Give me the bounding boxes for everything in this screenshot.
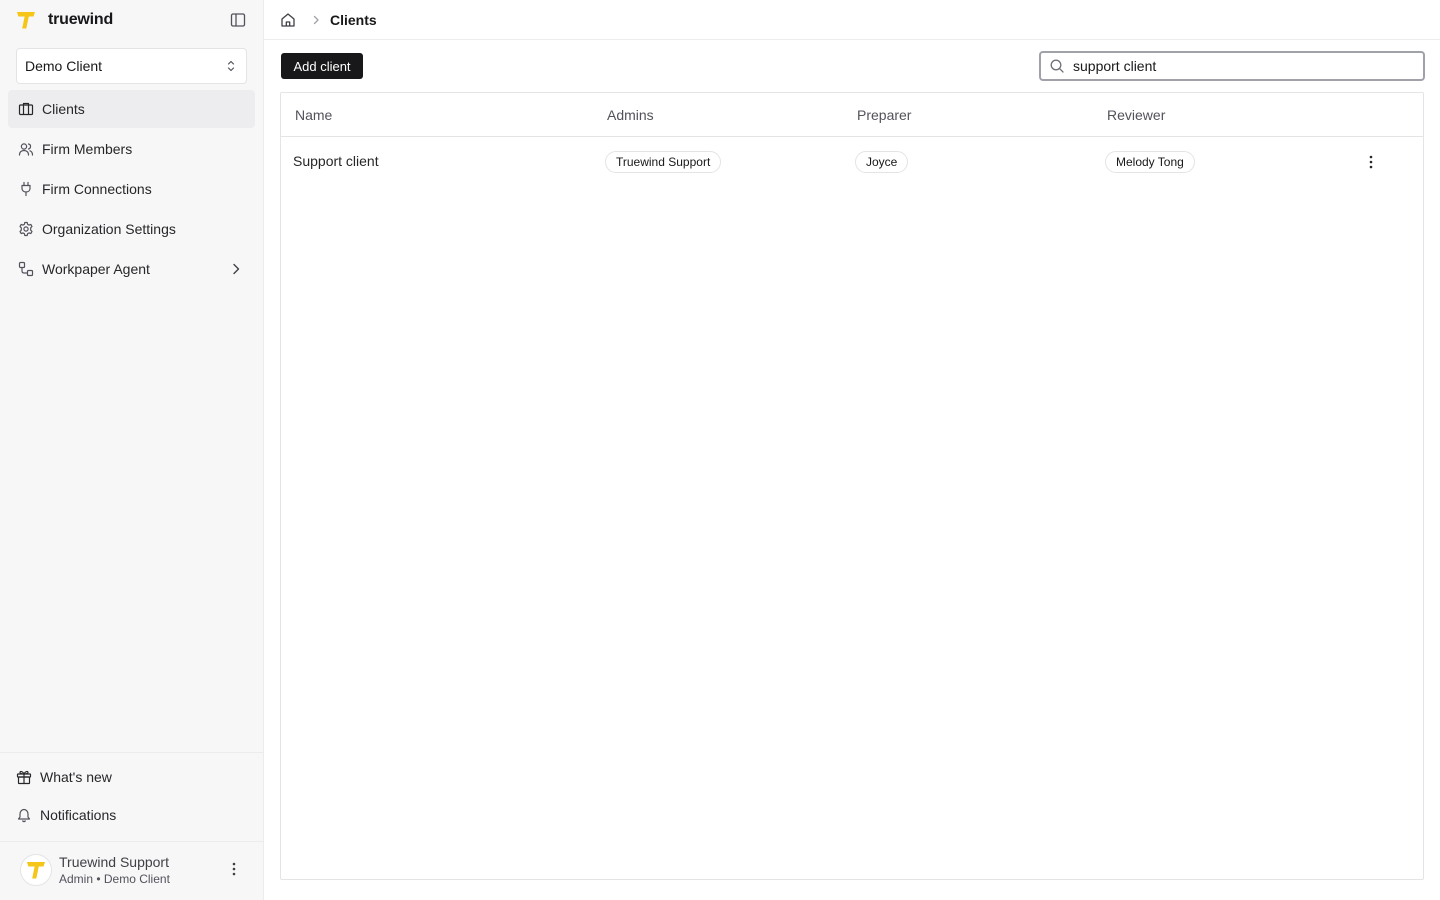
search-input[interactable]	[1073, 58, 1393, 74]
more-vertical-icon[interactable]	[1363, 154, 1379, 170]
sidebar-item-label: Organization Settings	[42, 221, 176, 237]
sidebar-item-clients[interactable]: Clients	[8, 90, 255, 128]
whats-new-label: What's new	[40, 769, 112, 785]
gear-icon	[18, 221, 34, 237]
chevron-right-icon	[229, 262, 243, 279]
brand[interactable]: truewind	[16, 8, 248, 32]
search-icon	[1049, 58, 1065, 74]
workflow-icon	[18, 261, 34, 277]
column-header-preparer[interactable]: Preparer	[857, 107, 911, 123]
search-box[interactable]	[1039, 51, 1425, 81]
plug-icon	[18, 181, 34, 197]
briefcase-icon	[18, 101, 34, 117]
clients-table: Name Admins Preparer Reviewer Support cl…	[280, 92, 1424, 880]
column-header-admins[interactable]: Admins	[607, 107, 654, 123]
chevron-up-down-icon	[225, 59, 237, 76]
user-profile[interactable]: Truewind Support Admin • Demo Client	[20, 852, 252, 888]
admin-chip: Truewind Support	[605, 151, 722, 173]
notifications-label: Notifications	[40, 807, 117, 823]
sidebar-item-label: Clients	[42, 101, 85, 117]
reviewer-chip: Melody Tong	[1105, 151, 1195, 173]
client-name[interactable]: Support client	[293, 153, 379, 169]
column-header-name[interactable]: Name	[295, 107, 332, 123]
breadcrumb: Clients	[264, 0, 1440, 40]
column-header-reviewer[interactable]: Reviewer	[1107, 107, 1165, 123]
sidebar-item-firm-connections[interactable]: Firm Connections	[8, 170, 255, 208]
whats-new-link[interactable]: What's new	[16, 763, 248, 791]
home-icon[interactable]	[280, 12, 296, 28]
sidebar-divider	[0, 752, 263, 753]
sidebar-item-label: Firm Connections	[42, 181, 152, 197]
breadcrumb-current: Clients	[330, 11, 377, 28]
more-vertical-icon[interactable]	[226, 861, 242, 877]
sidebar-item-label: Firm Members	[42, 141, 133, 157]
chevron-right-icon	[310, 14, 322, 26]
sidebar: truewind Demo Client Clients Firm Member…	[0, 0, 264, 900]
brand-name: truewind	[48, 11, 114, 28]
truewind-logo-icon	[16, 10, 36, 30]
user-role: Admin • Demo Client	[59, 871, 170, 886]
table-row[interactable]: Support client Truewind Support Joyce Me…	[281, 138, 1423, 186]
client-switcher[interactable]: Demo Client	[16, 48, 247, 84]
client-switcher-label: Demo Client	[25, 58, 103, 74]
sidebar-item-organization-settings[interactable]: Organization Settings	[8, 210, 255, 248]
users-icon	[18, 141, 34, 157]
preparer-chip: Joyce	[855, 151, 909, 173]
sidebar-divider	[0, 841, 263, 842]
notifications-link[interactable]: Notifications	[16, 801, 248, 829]
user-name: Truewind Support	[59, 853, 169, 870]
sidebar-item-workpaper-agent[interactable]: Workpaper Agent	[8, 250, 255, 288]
add-client-button[interactable]: Add client	[281, 53, 363, 79]
avatar	[20, 854, 52, 886]
sidebar-nav: Clients Firm Members Firm Connections Or…	[8, 90, 255, 290]
table-header: Name Admins Preparer Reviewer	[281, 93, 1423, 137]
gift-icon	[16, 769, 32, 785]
sidebar-item-label: Workpaper Agent	[42, 261, 150, 277]
sidebar-item-firm-members[interactable]: Firm Members	[8, 130, 255, 168]
sidebar-toggle-icon[interactable]	[228, 10, 248, 30]
bell-icon	[16, 807, 32, 823]
